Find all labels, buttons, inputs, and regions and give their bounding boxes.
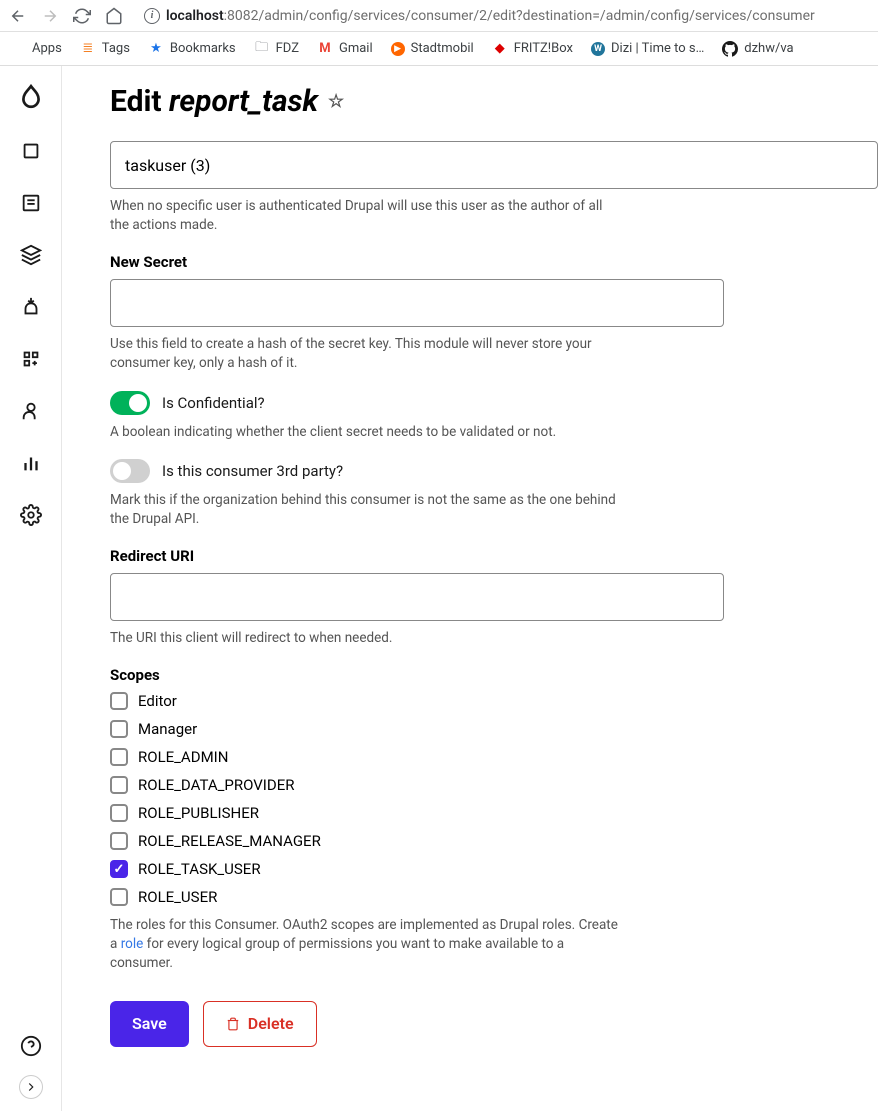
star-icon: ★	[148, 41, 164, 57]
bookmark-fdz[interactable]: 🗀 FDZ	[254, 41, 299, 57]
layers-icon[interactable]	[20, 244, 42, 266]
user-help: When no specific user is authenticated D…	[110, 197, 620, 235]
scope-row: ROLE_DATA_PROVIDER	[110, 776, 878, 794]
scope-row: ROLE_TASK_USER	[110, 860, 878, 878]
scope-label: ROLE_DATA_PROVIDER	[138, 776, 295, 794]
scope-label: ROLE_USER	[138, 888, 217, 906]
scope-checkbox[interactable]	[110, 748, 128, 766]
secret-help: Use this field to create a hash of the s…	[110, 335, 620, 373]
scopes-label: Scopes	[110, 666, 878, 684]
bookmark-bookmarks[interactable]: ★ Bookmarks	[148, 41, 236, 57]
scope-checkbox[interactable]	[110, 804, 128, 822]
confidential-label: Is Confidential?	[162, 394, 265, 412]
github-icon	[722, 41, 738, 57]
help-icon[interactable]	[20, 1035, 42, 1057]
folder-icon: 🗀	[254, 41, 270, 57]
scope-row: ROLE_USER	[110, 888, 878, 906]
wordpress-icon: W	[591, 42, 605, 56]
extend-icon[interactable]	[20, 348, 42, 370]
thirdparty-help: Mark this if the organization behind thi…	[110, 491, 620, 529]
save-button[interactable]: Save	[110, 1001, 189, 1047]
bookmark-gmail[interactable]: M Gmail	[317, 41, 373, 57]
url-bar[interactable]: i localhost:8082/admin/config/services/c…	[136, 8, 870, 24]
scope-row: Editor	[110, 692, 878, 710]
redirect-help: The URI this client will redirect to whe…	[110, 629, 620, 648]
scopes-list: Editor Manager ROLE_ADMIN ROLE_DATA_PROVIDE…	[110, 692, 878, 906]
scope-checkbox[interactable]	[110, 776, 128, 794]
reload-button[interactable]	[72, 6, 92, 26]
stackoverflow-icon: ≣	[80, 41, 96, 57]
scope-row: ROLE_RELEASE_MANAGER	[110, 832, 878, 850]
info-icon: i	[144, 8, 160, 24]
bookmarks-bar: Apps ≣ Tags ★ Bookmarks 🗀 FDZ M Gmail ▶ …	[0, 32, 878, 66]
thirdparty-label: Is this consumer 3rd party?	[162, 462, 343, 480]
delete-button[interactable]: Delete	[203, 1001, 317, 1047]
secret-label: New Secret	[110, 253, 878, 271]
scope-row: ROLE_ADMIN	[110, 748, 878, 766]
confidential-help: A boolean indicating whether the client …	[110, 423, 620, 442]
content-icon[interactable]	[20, 140, 42, 162]
main-content: Edit report_task ☆ When no specific user…	[62, 66, 878, 1111]
apps-icon	[10, 41, 26, 57]
expand-icon[interactable]	[19, 1075, 43, 1099]
page-title: Edit report_task ☆	[110, 84, 878, 119]
scopes-help: The roles for this Consumer. OAuth2 scop…	[110, 916, 620, 973]
bookmark-apps[interactable]: Apps	[10, 41, 62, 57]
trash-icon	[226, 1017, 240, 1031]
people-icon[interactable]	[20, 400, 42, 422]
scope-label: ROLE_TASK_USER	[138, 860, 261, 878]
redirect-label: Redirect URI	[110, 547, 878, 565]
browser-chrome: i localhost:8082/admin/config/services/c…	[0, 0, 878, 32]
settings-icon[interactable]	[20, 504, 42, 526]
favorite-button[interactable]: ☆	[328, 91, 344, 112]
fritz-icon: ◆	[492, 41, 508, 57]
bookmark-stadtmobil[interactable]: ▶ Stadtmobil	[391, 41, 474, 56]
user-input[interactable]	[110, 141, 878, 189]
bookmark-tags[interactable]: ≣ Tags	[80, 41, 130, 57]
gmail-icon: M	[317, 41, 333, 57]
scope-label: ROLE_PUBLISHER	[138, 804, 259, 822]
structure-icon[interactable]	[20, 192, 42, 214]
back-button[interactable]	[8, 6, 28, 26]
reports-icon[interactable]	[20, 452, 42, 474]
scope-checkbox[interactable]	[110, 860, 128, 878]
bookmark-dizi[interactable]: W Dizi | Time to s…	[591, 41, 704, 56]
bookmark-github[interactable]: dzhw/va	[722, 41, 793, 57]
scope-label: ROLE_ADMIN	[138, 748, 228, 766]
secret-input[interactable]	[110, 279, 724, 327]
bookmark-fritz[interactable]: ◆ FRITZ!Box	[492, 41, 573, 57]
scope-checkbox[interactable]	[110, 832, 128, 850]
scope-checkbox[interactable]	[110, 888, 128, 906]
url-path: :8082/admin/config/services/consumer/2/e…	[224, 8, 815, 24]
stadtmobil-icon: ▶	[391, 42, 405, 56]
scope-checkbox[interactable]	[110, 692, 128, 710]
url-host: localhost	[166, 8, 224, 24]
scope-checkbox[interactable]	[110, 720, 128, 738]
drupal-logo-icon[interactable]	[18, 84, 44, 110]
appearance-icon[interactable]	[20, 296, 42, 318]
confidential-toggle[interactable]	[110, 391, 150, 415]
scope-label: Manager	[138, 720, 197, 738]
scope-label: Editor	[138, 692, 177, 710]
thirdparty-toggle[interactable]	[110, 459, 150, 483]
scope-row: ROLE_PUBLISHER	[110, 804, 878, 822]
forward-button[interactable]	[40, 6, 60, 26]
scope-row: Manager	[110, 720, 878, 738]
home-button[interactable]	[104, 6, 124, 26]
role-link[interactable]: role	[121, 936, 144, 952]
redirect-input[interactable]	[110, 573, 724, 621]
scope-label: ROLE_RELEASE_MANAGER	[138, 832, 321, 850]
admin-sidebar	[0, 66, 62, 1111]
